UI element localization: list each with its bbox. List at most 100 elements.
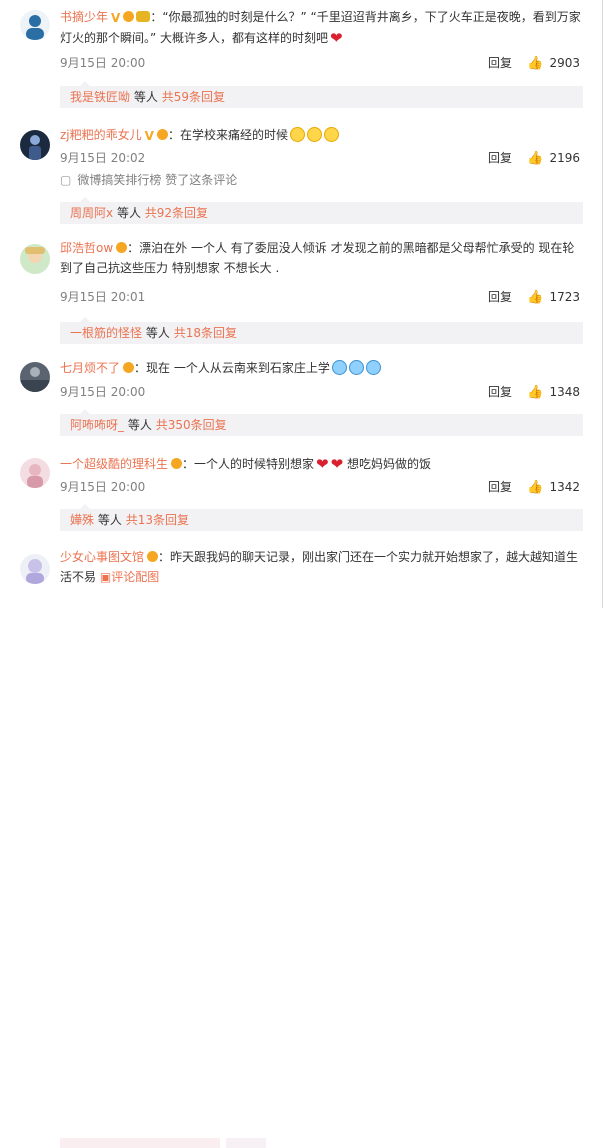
reply-button[interactable]: 回复 (488, 150, 512, 166)
like-count: 1348 (549, 385, 580, 399)
thumb-up-icon: 👍 (527, 385, 544, 400)
sub-reply-total[interactable]: 共59条回复 (162, 90, 225, 104)
comment-text-line: 七月烦不了 ：现在 一个人从云南来到石家庄上学 (60, 358, 583, 378)
fan-badge-icon (123, 11, 135, 22)
comment-username[interactable]: 邱浩哲ow (60, 241, 113, 255)
emoji-cry-icon (348, 360, 364, 375)
fan-badge-icon (171, 458, 183, 469)
sub-reply-mid: 等人 (145, 326, 170, 340)
comment-text-continued: 想吃妈妈做的饭 (347, 457, 432, 471)
broken-heart-icon: ❤ (330, 455, 344, 473)
avatar[interactable] (20, 10, 50, 40)
sub-reply-user[interactable]: 周周阿x (70, 206, 113, 220)
comment-text: ：在学校来痛经的时候 (167, 128, 288, 142)
sub-reply-user[interactable]: 嬅殊 (70, 513, 94, 527)
image-icon[interactable]: ▣ (100, 570, 111, 584)
sub-replies[interactable]: 一根筋的怪怪 等人 共18条回复 (60, 322, 583, 344)
avatar[interactable] (20, 554, 50, 584)
like-count: 1342 (549, 480, 580, 494)
emoji-smile-icon (306, 127, 322, 142)
comment-item: zj粑粑的乖女儿 V ：在学校来痛经的时候 9月15日 20:02 回复 👍 2196… (0, 118, 603, 230)
sub-replies[interactable]: 周周阿x 等人 共92条回复 (60, 202, 583, 224)
sub-reply-mid: 等人 (116, 206, 141, 220)
fan-badge-icon (123, 362, 135, 373)
comment-username[interactable]: 少女心事图文馆 (60, 550, 144, 564)
thumb-up-icon: 👍 (527, 480, 544, 495)
sub-reply-total[interactable]: 共350条回复 (156, 418, 227, 432)
broken-heart-icon: ❤ (330, 29, 343, 47)
comment-text-line: zj粑粑的乖女儿 V ：在学校来痛经的时候 (60, 125, 583, 146)
sub-reply-user[interactable]: 我是铁匠呦 (70, 90, 130, 104)
comment-time: 9月15日 20:01 (60, 290, 146, 304)
level-badge-icon (136, 11, 151, 22)
comment-time: 9月15日 20:00 (60, 56, 146, 70)
sub-reply-user[interactable]: 一根筋的怪怪 (70, 326, 142, 340)
comment-image[interactable] (60, 1138, 220, 1148)
comment-item: 少女心事图文馆 ：昨天跟我妈的聊天记录，刚出家门还在一个实力就开始想家了，越大越知… (0, 540, 603, 1148)
like-count: 2196 (549, 151, 580, 165)
sub-reply-mid: 等人 (127, 418, 152, 432)
comment-username[interactable]: 一个超级酷的理科生 (60, 457, 168, 471)
comment-item: 邱浩哲ow ：漂泊在外 一个人 有了委屈没人倾诉 才发现之前的黑暗都是父母帮忙承受… (0, 230, 603, 348)
comment-item: 七月烦不了 ：现在 一个人从云南来到石家庄上学 9月15日 20:00 回复 👍 1… (0, 348, 603, 444)
comment-item: 书摘少年 V ：“你最孤独的时刻是什么？” “千里迢迢背井离乡，下了火车正是夜晚，看… (0, 0, 603, 118)
emoji-cry-icon (331, 360, 347, 375)
comment-text: ：现在 一个人从云南来到石家庄上学 (134, 361, 330, 375)
comment-time: 9月15日 20:00 (60, 480, 146, 494)
comment-username[interactable]: 书摘少年 (60, 10, 108, 24)
avatar[interactable] (20, 362, 50, 392)
comment-item: 一个超级酷的理科生 ：一个人的时候特别想家 ❤ ❤ 想吃妈妈做的饭 9月15日 20:… (0, 444, 603, 540)
comment-text-line: 一个超级酷的理科生 ：一个人的时候特别想家 ❤ ❤ 想吃妈妈做的饭 (60, 454, 583, 474)
comment-text-line: 邱浩哲ow ：漂泊在外 一个人 有了委屈没人倾诉 才发现之前的黑暗都是父母帮忙承受… (60, 238, 583, 278)
fan-badge-icon (156, 129, 168, 140)
fan-badge-icon (147, 551, 159, 562)
comment-time: 9月15日 20:02 (60, 151, 146, 165)
reply-button[interactable]: 回复 (488, 479, 512, 495)
liked-by-row: ▢ 微博搞笑排行榜 赞了这条评论 (60, 172, 237, 188)
broken-heart-icon: ❤ (316, 455, 329, 473)
comment-username[interactable]: zj粑粑的乖女儿 (60, 128, 142, 142)
comment-pic-link[interactable]: 评论配图 (111, 570, 159, 584)
avatar[interactable] (20, 244, 50, 274)
avatar[interactable] (20, 130, 50, 160)
sub-replies[interactable]: 嬅殊 等人 共13条回复 (60, 509, 583, 531)
sub-reply-total[interactable]: 共92条回复 (145, 206, 208, 220)
like-button[interactable]: 👍 1723 (527, 289, 580, 306)
sub-reply-total[interactable]: 共18条回复 (174, 326, 237, 340)
like-meta-icon: ▢ (60, 173, 72, 187)
sub-replies[interactable]: 阿咘咘呀_ 等人 共350条回复 (60, 414, 583, 436)
like-button[interactable]: 👍 2903 (527, 55, 580, 72)
comment-image[interactable] (226, 1138, 266, 1148)
like-button[interactable]: 👍 2196 (527, 150, 580, 167)
thumb-up-icon: 👍 (527, 56, 544, 71)
fan-badge-icon (116, 242, 128, 253)
sub-reply-mid: 等人 (97, 513, 122, 527)
comment-text: ：漂泊在外 一个人 有了委屈没人倾诉 才发现之前的黑暗都是父母帮忙承受的 现在轮… (60, 241, 575, 275)
reply-button[interactable]: 回复 (488, 384, 512, 400)
comment-text-line: 少女心事图文馆 ：昨天跟我妈的聊天记录，刚出家门还在一个实力就开始想家了，越大越知… (60, 547, 583, 587)
comment-username[interactable]: 七月烦不了 (60, 361, 120, 375)
sub-reply-total[interactable]: 共13条回复 (126, 513, 189, 527)
like-button[interactable]: 👍 1342 (527, 479, 580, 496)
comment-text-line: 书摘少年 V ：“你最孤独的时刻是什么？” “千里迢迢背井离乡，下了火车正是夜晚，看… (60, 7, 583, 48)
avatar[interactable] (20, 458, 50, 488)
reply-button[interactable]: 回复 (488, 55, 512, 71)
sub-reply-user[interactable]: 阿咘咘呀_ (70, 418, 124, 432)
vip-icon: V (111, 11, 121, 25)
emoji-smile-icon (323, 127, 339, 142)
thumb-up-icon: 👍 (527, 151, 544, 166)
liked-by-user[interactable]: 微博搞笑排行榜 (77, 173, 161, 187)
comment-time: 9月15日 20:00 (60, 385, 146, 399)
like-count: 1723 (549, 290, 580, 304)
emoji-cry-icon (365, 360, 381, 375)
emoji-smile-icon (289, 127, 305, 142)
vip-icon: V (144, 129, 154, 143)
comment-text: ：一个人的时候特别想家 (182, 457, 315, 471)
sub-reply-mid: 等人 (133, 90, 158, 104)
thumb-up-icon: 👍 (527, 290, 544, 305)
like-button[interactable]: 👍 1348 (527, 384, 580, 401)
liked-by-text: 赞了这条评论 (165, 173, 238, 187)
reply-button[interactable]: 回复 (488, 289, 512, 305)
sub-replies[interactable]: 我是铁匠呦 等人 共59条回复 (60, 86, 583, 108)
like-count: 2903 (549, 56, 580, 70)
